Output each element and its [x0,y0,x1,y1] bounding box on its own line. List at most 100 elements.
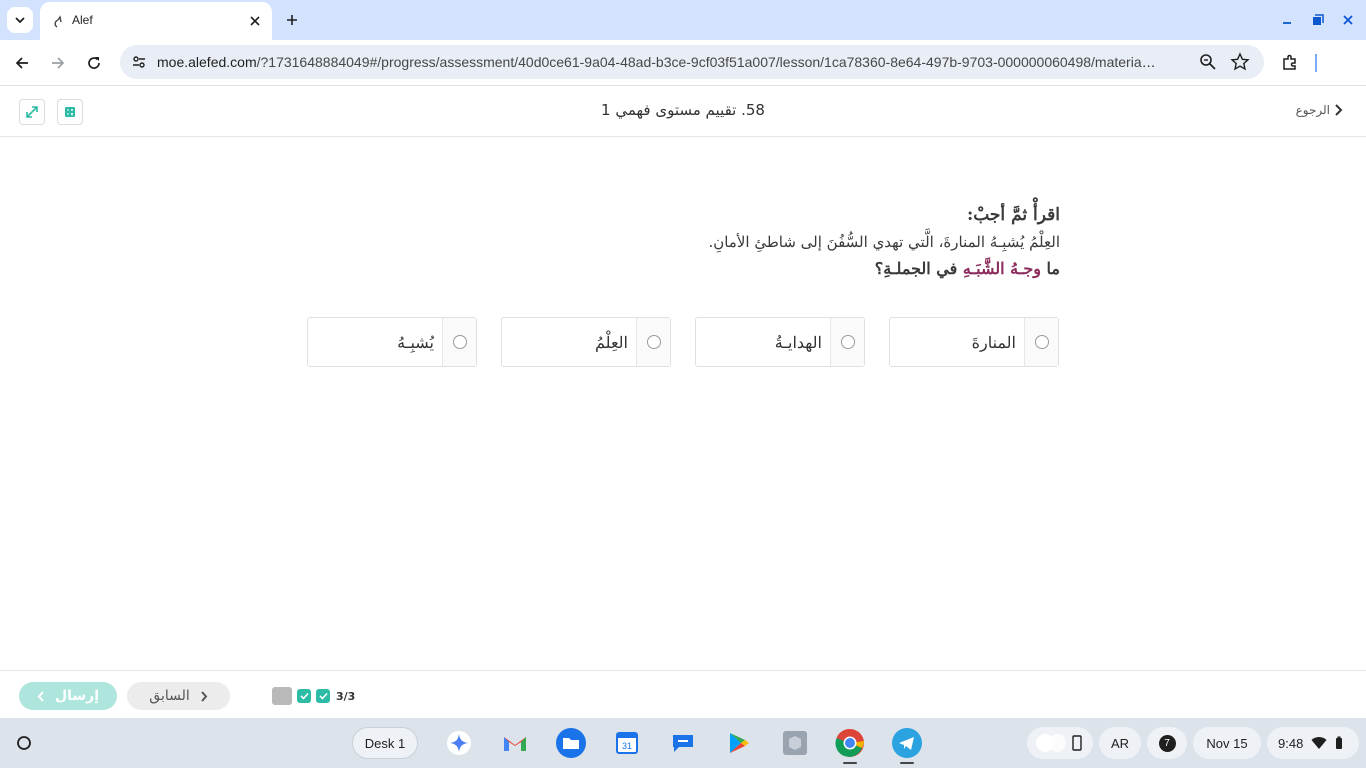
minimize-icon [1283,22,1291,24]
zoom-icon[interactable] [1198,52,1218,72]
app-icon[interactable] [780,728,810,758]
date-display[interactable]: Nov 15 [1193,727,1261,759]
new-tab-button[interactable] [282,10,302,30]
previous-button[interactable]: السابق [127,682,230,710]
files-app[interactable] [556,728,586,758]
answer-option-label: العِلْمُ [595,332,628,352]
battery-icon [1336,736,1343,749]
radio-button[interactable] [840,335,855,349]
telegram-running-indicator [900,762,914,764]
close-icon [250,16,260,26]
notification-button[interactable]: 7 [1147,727,1187,759]
page-title: 58. تقييم مستوى فهمي 1 [601,101,765,119]
answer-option[interactable]: العِلْمُ [501,317,671,367]
submit-label: إرسال [54,688,100,704]
restore-button[interactable] [1307,9,1329,31]
answer-option[interactable]: المنارةَ [889,317,1059,367]
submit-button[interactable]: إرسال [19,682,117,710]
telegram-app[interactable] [892,728,922,758]
url-host: moe.alefed.com [157,54,257,70]
radio-cell [636,318,670,366]
progress-count: 3/3 [336,689,356,703]
arrow-right-icon [52,57,65,69]
gemini-app[interactable] [444,728,474,758]
play-store-app[interactable] [724,728,754,758]
desk-button[interactable]: Desk 1 [352,727,418,759]
cube-app-icon [783,731,807,755]
radio-button[interactable] [646,335,661,349]
chevron-right-icon [201,690,208,702]
launcher-button[interactable] [11,730,37,756]
answer-option[interactable]: الهدايـةُ [695,317,865,367]
alef-favicon-icon [54,15,62,28]
question-sentence: العِلْمُ يُشبِـهُ المنارةَ، الَّتي تهدي … [708,233,1060,251]
answer-option-label: الهدايـةُ [774,332,822,352]
profile-indicator [1315,54,1317,72]
question-progress: 3/3 [272,687,355,705]
chevron-left-icon [37,690,44,702]
extensions-button[interactable] [1278,51,1302,75]
radio-cell [1024,318,1058,366]
progress-step[interactable] [272,687,292,705]
url-path: /?1731648884049#/progress/assessment/40d… [256,54,1157,70]
time-display: 9:48 [1278,735,1304,751]
question-block: اقرأْ ثمَّ أجبْ: العِلْمُ يُشبِـهُ المنا… [300,205,1060,278]
progress-step-done[interactable] [316,689,330,703]
tab-search-button[interactable] [7,7,33,33]
gemini-icon [447,731,471,755]
plus-icon [287,15,297,25]
chat-app[interactable] [668,728,698,758]
radio-cell [830,318,864,366]
chat-icon [673,735,693,752]
browser-tab[interactable]: Alef [40,2,272,40]
reload-button[interactable] [82,51,106,75]
arrow-left-icon [15,57,28,69]
input-method-indicator[interactable]: AR [1099,727,1141,759]
os-shelf: Desk 1 31 AR 7 Nov 15 9:48 [0,718,1366,768]
assessment-footer: إرسال السابق 3/3 [0,670,1366,718]
tray-holding-space[interactable] [1027,727,1093,759]
bookmark-star-icon[interactable] [1230,52,1250,72]
restore-icon [1313,14,1324,25]
back-button[interactable] [10,51,34,75]
site-info-button[interactable] [128,51,150,73]
chrome-app[interactable] [835,728,865,758]
telegram-icon [892,728,922,758]
chrome-icon [835,728,864,757]
folder-icon [556,728,586,758]
play-store-icon [730,733,749,753]
progress-step-done[interactable] [297,689,311,703]
browser-tab-strip: Alef [0,0,1366,40]
notification-count: 7 [1158,734,1176,752]
gmail-icon [504,737,526,751]
prompt-after: في الجملـةِ؟ [874,259,963,278]
address-bar[interactable]: moe.alefed.com/?1731648884049#/progress/… [120,45,1264,79]
launcher-icon [17,736,31,750]
forward-button[interactable] [46,51,70,75]
question-instruction: اقرأْ ثمَّ أجبْ: [966,205,1060,225]
check-icon [299,692,309,700]
browser-toolbar: moe.alefed.com/?1731648884049#/progress/… [0,40,1366,86]
chrome-running-indicator [843,762,857,764]
close-window-button[interactable] [1337,9,1359,31]
gmail-app[interactable] [500,728,530,758]
minimize-button[interactable] [1276,9,1298,31]
answer-option-label: يُشبِـهُ [397,332,434,352]
system-status-area[interactable]: 9:48 [1267,727,1359,759]
back-link-label: الرجوع [1295,103,1330,117]
prompt-highlight: وجـهُ الشَّبَـهِ [962,259,1041,278]
answer-option[interactable]: يُشبِـهُ [307,317,477,367]
radio-button[interactable] [1034,335,1049,349]
tune-icon [133,56,145,68]
answer-options: المنارةَ الهدايـةُ العِلْمُ يُشبِـهُ [307,317,1059,367]
puzzle-icon [1283,54,1296,70]
svg-text:31: 31 [622,741,632,751]
check-icon [318,692,328,700]
previous-label: السابق [149,688,190,704]
radio-button[interactable] [452,335,467,349]
tab-title: Alef [72,13,93,27]
calendar-app[interactable]: 31 [612,728,642,758]
url-text: moe.alefed.com/?1731648884049#/progress/… [157,54,1157,70]
back-link[interactable]: الرجوع [1296,103,1344,117]
tab-close-button[interactable] [246,12,264,30]
